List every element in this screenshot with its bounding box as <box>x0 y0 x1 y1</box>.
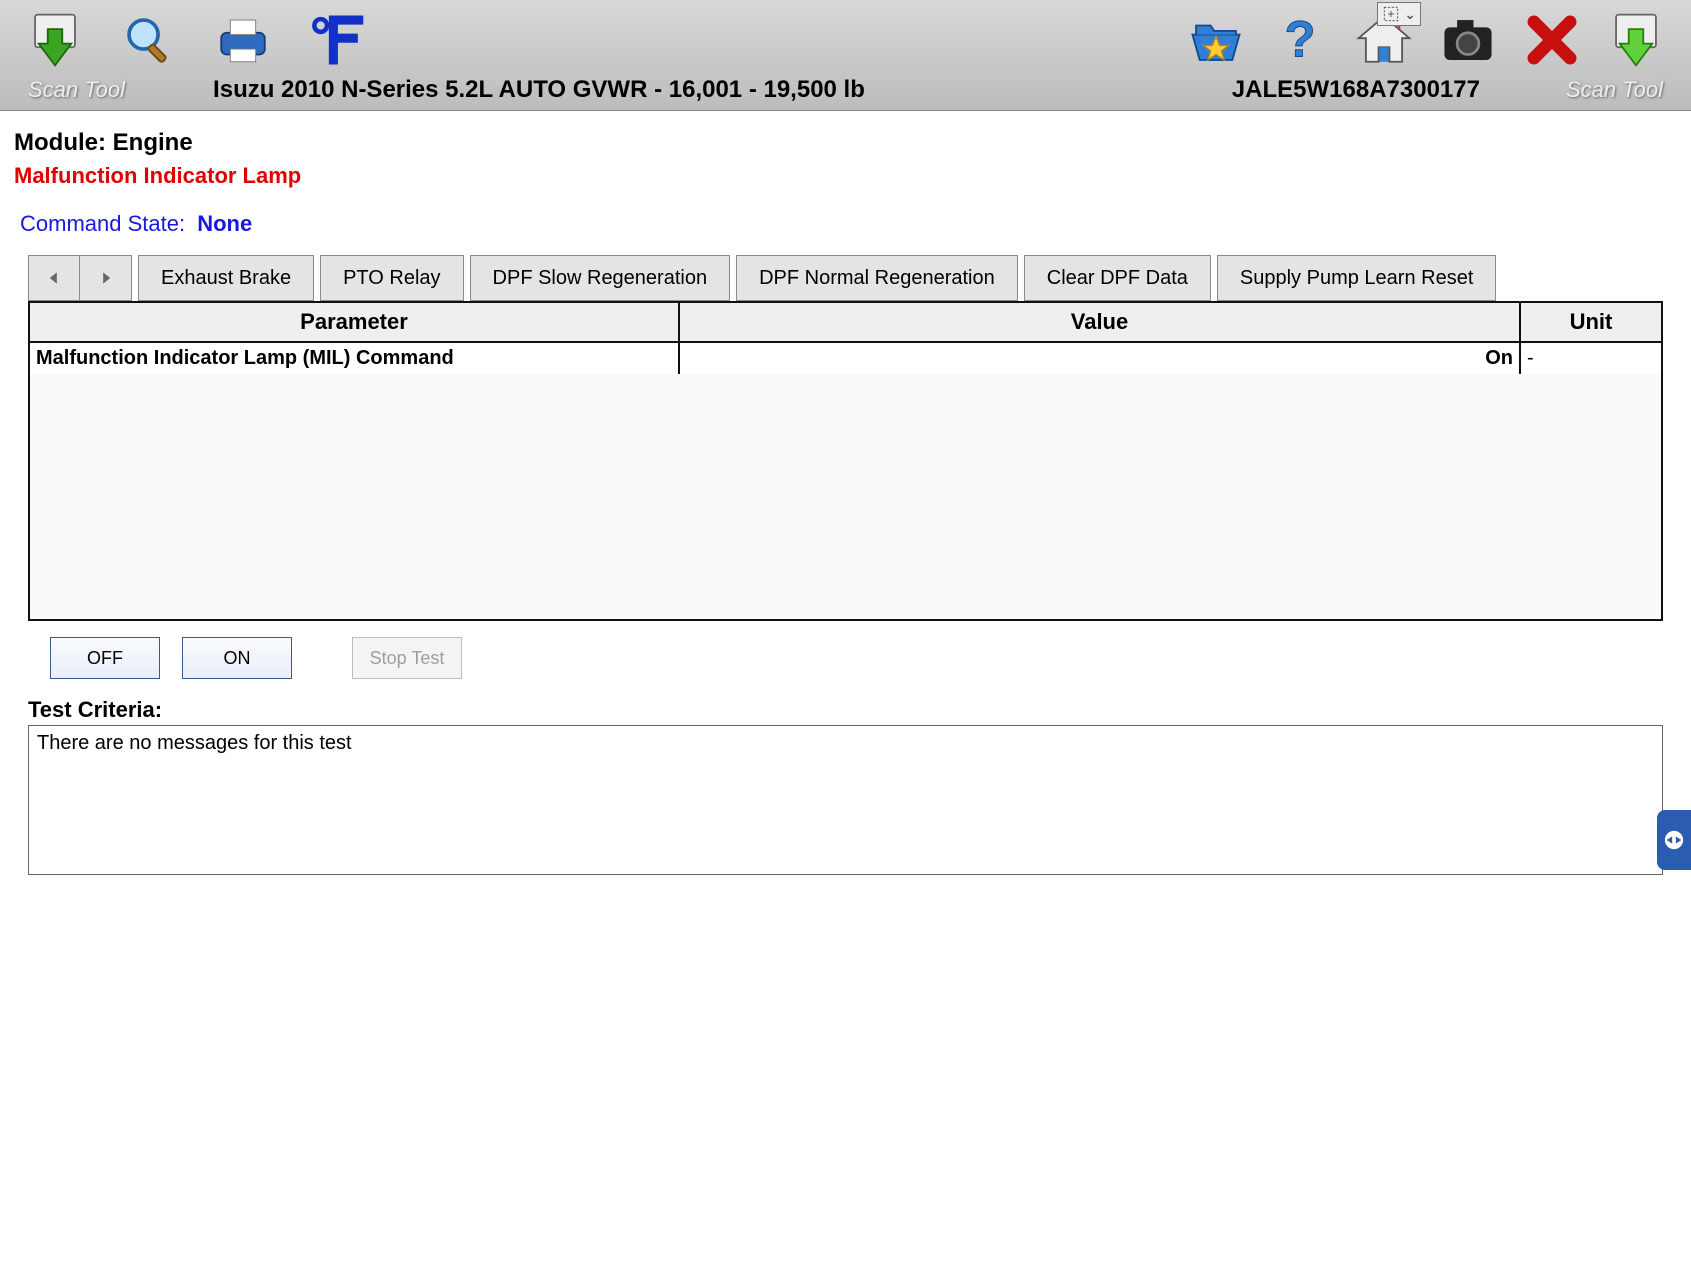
cell-value: On <box>680 343 1521 374</box>
table-row[interactable]: Malfunction Indicator Lamp (MIL) Command… <box>30 343 1661 374</box>
tab-dpf-slow-regen[interactable]: DPF Slow Regeneration <box>470 255 731 301</box>
tab-clear-dpf-data[interactable]: Clear DPF Data <box>1024 255 1211 301</box>
toolbar: ⌄ ? <box>0 0 1691 111</box>
scan-tool-left-icon[interactable] <box>26 11 84 69</box>
print-icon[interactable] <box>214 11 272 69</box>
teamviewer-icon <box>1663 829 1685 851</box>
snip-icon <box>1382 5 1400 23</box>
scan-tool-right-icon[interactable] <box>1607 11 1665 69</box>
scan-tool-label-right: Scan Tool <box>1566 77 1663 103</box>
command-state-line: Command State: None <box>20 211 1677 237</box>
tab-nav-next[interactable] <box>80 255 132 301</box>
chevron-down-icon: ⌄ <box>1404 6 1416 23</box>
close-icon[interactable] <box>1523 11 1581 69</box>
col-header-parameter: Parameter <box>30 303 680 343</box>
col-header-unit: Unit <box>1521 303 1661 343</box>
info-header: Module: Engine Malfunction Indicator Lam… <box>0 111 1691 245</box>
col-header-value: Value <box>680 303 1521 343</box>
search-icon[interactable] <box>120 11 178 69</box>
arrow-right-icon <box>99 271 113 285</box>
command-state-value: None <box>197 211 252 236</box>
on-button[interactable]: ON <box>182 637 292 679</box>
data-table: Parameter Value Unit Malfunction Indicat… <box>28 301 1663 621</box>
vehicle-description: Isuzu 2010 N-Series 5.2L AUTO GVWR - 16,… <box>213 76 865 104</box>
scan-tool-label-left: Scan Tool <box>28 77 125 103</box>
tab-exhaust-brake[interactable]: Exhaust Brake <box>138 255 314 301</box>
criteria-block: Test Criteria: There are no messages for… <box>28 697 1663 875</box>
stop-test-button: Stop Test <box>352 637 462 679</box>
off-button[interactable]: OFF <box>50 637 160 679</box>
criteria-message: There are no messages for this test <box>37 732 352 754</box>
tab-supply-pump-learn-reset[interactable]: Supply Pump Learn Reset <box>1217 255 1496 301</box>
cell-parameter: Malfunction Indicator Lamp (MIL) Command <box>30 343 680 374</box>
table-header: Parameter Value Unit <box>30 303 1661 343</box>
help-icon[interactable]: ? <box>1271 11 1329 69</box>
criteria-label: Test Criteria: <box>28 697 1663 723</box>
tab-dpf-normal-regen[interactable]: DPF Normal Regeneration <box>736 255 1018 301</box>
command-state-label: Command State: <box>20 211 185 236</box>
module-value: Engine <box>113 129 193 156</box>
favorites-icon[interactable] <box>1187 11 1245 69</box>
arrow-left-icon <box>47 271 61 285</box>
vin-label: JALE5W168A7300177 <box>1232 76 1480 104</box>
cell-unit: - <box>1521 343 1661 374</box>
temperature-unit-icon[interactable] <box>308 11 366 69</box>
module-label: Module: <box>14 129 106 156</box>
module-line: Module: Engine <box>14 129 1677 157</box>
svg-text:?: ? <box>1284 11 1315 67</box>
subtitle: Malfunction Indicator Lamp <box>14 163 1677 189</box>
criteria-box: There are no messages for this test <box>28 725 1663 875</box>
camera-icon[interactable] <box>1439 11 1497 69</box>
tab-nav-prev[interactable] <box>28 255 80 301</box>
tab-pto-relay[interactable]: PTO Relay <box>320 255 463 301</box>
tabs-area: Exhaust Brake PTO Relay DPF Slow Regener… <box>28 255 1663 621</box>
snip-tool-overlay[interactable]: ⌄ <box>1377 2 1421 26</box>
side-pull-tab[interactable] <box>1657 810 1691 870</box>
controls-row: OFF ON Stop Test <box>50 637 1663 679</box>
